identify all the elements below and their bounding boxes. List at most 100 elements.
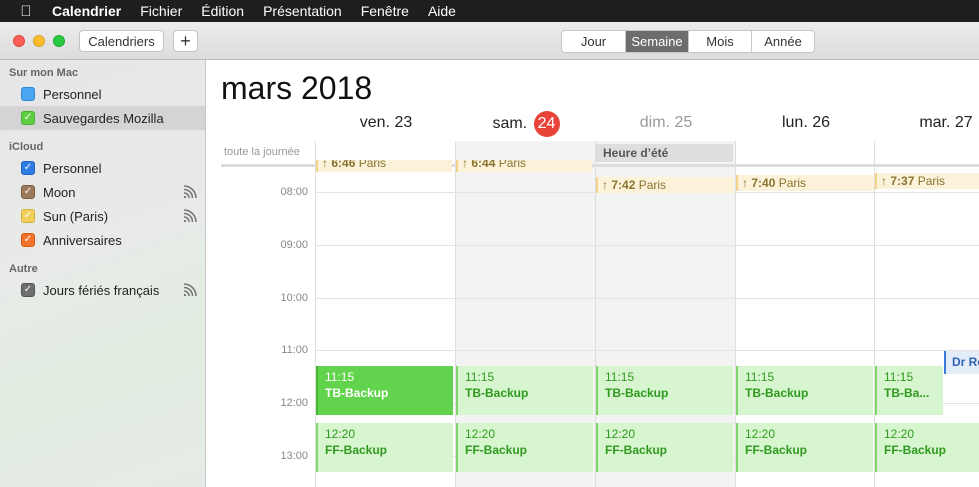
event-title: FF-Backup <box>465 443 528 457</box>
tab-mois[interactable]: Mois <box>688 31 751 52</box>
menu-fichier[interactable]: Fichier <box>140 3 182 19</box>
sunrise-arrow: ↑ <box>881 174 887 188</box>
event-ff-backup[interactable]: 12:20 FF-Backup <box>316 423 453 472</box>
event-ff-backup[interactable]: 12:20 FF-Backup <box>875 423 979 472</box>
event-tb-backup[interactable]: 11:15 TB-Backup <box>596 366 733 415</box>
event-time: 11:15 <box>325 370 355 384</box>
sunrise-arrow: ↑ <box>462 160 468 170</box>
calendar-item-sauvegardes-mozilla[interactable]: ✓ Sauvegardes Mozilla <box>0 106 205 130</box>
calendar-item-label: Anniversaires <box>43 232 122 248</box>
event-ff-backup[interactable]: 12:20 FF-Backup <box>736 423 873 472</box>
menu-calendrier[interactable]: Calendrier <box>52 3 121 19</box>
sunrise-arrow: ↑ <box>742 176 748 190</box>
calendar-item-personnel-icloud[interactable]: ✓ Personnel <box>0 156 205 180</box>
sunrise-arrow: ↑ <box>322 160 328 170</box>
close-window-button[interactable] <box>13 35 25 47</box>
calendar-item-personnel-mac[interactable]: Personnel <box>0 82 205 106</box>
sunrise-time: 7:40 <box>751 176 776 190</box>
day-header-sunday[interactable]: dim. 25 <box>596 114 736 132</box>
sunrise-event[interactable]: ↑ 7:40 Paris <box>736 175 874 191</box>
calendar-checkbox[interactable]: ✓ <box>21 283 35 297</box>
event-tb-backup[interactable]: 11:15 TB-Backup <box>736 366 873 415</box>
sunrise-event[interactable]: ↑ 7:42 Paris <box>596 177 734 193</box>
event-tb-backup[interactable]: 11:15 TB-Backup <box>316 366 453 415</box>
day-header-label: sam. <box>492 115 528 133</box>
event-dr-re[interactable]: Dr Re <box>944 351 979 374</box>
sunrise-place: Paris <box>358 160 387 170</box>
day-header-monday[interactable]: lun. 26 <box>736 114 876 132</box>
event-title: FF-Backup <box>884 443 947 457</box>
calendar-item-label: Jours fériés français <box>43 282 160 298</box>
sunrise-time: 6:46 <box>331 160 356 170</box>
calendars-button[interactable]: Calendriers <box>79 30 164 52</box>
calendar-item-moon[interactable]: ✓ Moon <box>0 180 205 204</box>
event-title: TB-Backup <box>605 386 669 400</box>
event-time: 12:20 <box>465 427 496 441</box>
menu-fenetre[interactable]: Fenêtre <box>361 3 409 19</box>
event-tb-backup[interactable]: 11:15 TB-Backup <box>456 366 593 415</box>
time-label: 12:00 <box>280 397 308 409</box>
event-time: 11:15 <box>884 370 914 384</box>
event-ff-backup[interactable]: 12:20 FF-Backup <box>456 423 593 472</box>
calendar-checkbox[interactable]: ✓ <box>21 233 35 247</box>
shared-subscription-icon <box>183 185 197 199</box>
event-title: FF-Backup <box>605 443 668 457</box>
view-switcher: Jour Semaine Mois Année <box>561 30 815 53</box>
menu-edition[interactable]: Édition <box>201 3 244 19</box>
calendar-checkbox[interactable]: ✓ <box>21 161 35 175</box>
hour-line <box>316 245 979 246</box>
time-label: 11:00 <box>281 344 308 356</box>
calendar-checkbox[interactable]: ✓ <box>21 111 35 125</box>
sunrise-time: 7:42 <box>611 178 636 192</box>
section-title-autre: Autre <box>9 263 38 275</box>
calendar-item-label: Personnel <box>43 160 102 176</box>
event-time: 11:15 <box>605 370 635 384</box>
add-event-button[interactable]: + <box>173 30 198 52</box>
time-label: 13:00 <box>280 450 308 462</box>
event-time: 12:20 <box>884 427 915 441</box>
event-ff-backup[interactable]: 12:20 FF-Backup <box>596 423 733 472</box>
menu-aide[interactable]: Aide <box>428 3 456 19</box>
event-tb-backup[interactable]: 11:15 TB-Ba... <box>875 366 943 415</box>
apple-icon[interactable]:  <box>0 3 52 20</box>
calendar-checkbox[interactable]: ✓ <box>21 185 35 199</box>
event-title: TB-Backup <box>745 386 809 400</box>
event-time: 12:20 <box>605 427 636 441</box>
sunrise-event[interactable]: ↑ 6:44 Paris <box>456 160 592 172</box>
sunrise-event[interactable]: ↑ 7:37 Paris <box>875 173 979 189</box>
menu-presentation[interactable]: Présentation <box>263 3 342 19</box>
event-title: TB-Backup <box>465 386 529 400</box>
tab-semaine[interactable]: Semaine <box>625 31 688 52</box>
section-title-sur-mon-mac: Sur mon Mac <box>9 67 79 79</box>
zoom-window-button[interactable] <box>53 35 65 47</box>
day-header-tuesday[interactable]: mar. 27 <box>876 114 979 132</box>
tab-annee[interactable]: Année <box>751 31 814 52</box>
day-header-saturday[interactable]: sam. 24 <box>456 111 596 137</box>
sunrise-time: 7:37 <box>890 174 915 188</box>
event-title: FF-Backup <box>325 443 388 457</box>
calendar-list-sidebar: Sur mon Mac Personnel ✓ Sauvegardes Mozi… <box>0 60 206 487</box>
week-view: mars 2018 ven. 23 sam. 24 dim. 25 lun. 2… <box>206 60 979 487</box>
tab-jour[interactable]: Jour <box>562 31 625 52</box>
event-time: 12:20 <box>745 427 776 441</box>
day-header-friday[interactable]: ven. 23 <box>316 114 456 132</box>
calendar-checkbox[interactable] <box>21 87 35 101</box>
sunrise-place: Paris <box>638 178 667 192</box>
sunrise-place: Paris <box>778 176 807 190</box>
event-time: 11:15 <box>465 370 495 384</box>
calendar-item-sun-paris[interactable]: ✓ Sun (Paris) <box>0 204 205 228</box>
section-title-icloud: iCloud <box>9 141 44 153</box>
time-label: 10:00 <box>280 292 308 304</box>
calendar-item-anniversaires[interactable]: ✓ Anniversaires <box>0 228 205 252</box>
event-title: TB-Backup <box>325 386 389 400</box>
hour-line <box>316 298 979 299</box>
all-day-event-heure-ete[interactable]: Heure d’été <box>596 144 733 162</box>
event-title: TB-Ba... <box>884 386 930 400</box>
calendar-item-jours-feries[interactable]: ✓ Jours fériés français <box>0 278 205 302</box>
sunrise-event[interactable]: ↑ 6:46 Paris <box>316 160 452 172</box>
minimize-window-button[interactable] <box>33 35 45 47</box>
event-title: FF-Backup <box>745 443 808 457</box>
calendar-item-label: Personnel <box>43 86 102 102</box>
calendar-checkbox[interactable]: ✓ <box>21 209 35 223</box>
sunrise-arrow: ↑ <box>602 178 608 192</box>
